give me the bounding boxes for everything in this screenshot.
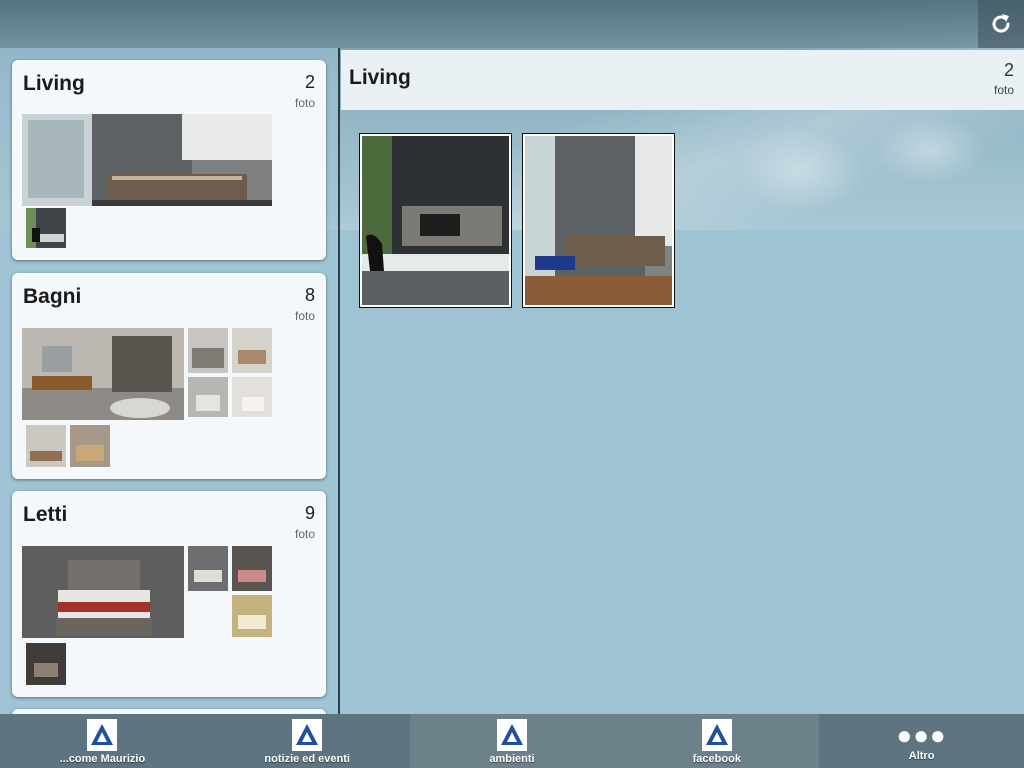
- app-logo-icon: [87, 719, 118, 751]
- album-thumbnail-small: [232, 328, 272, 373]
- album-thumbnail-small: [70, 425, 110, 467]
- tab-facebook[interactable]: facebook: [614, 714, 820, 768]
- album-list[interactable]: Living 2 foto Bagni 8 foto Letti 9 foto: [0, 48, 340, 714]
- album-detail-count-label: foto: [993, 83, 1014, 97]
- tab-label: facebook: [692, 753, 741, 765]
- album-thumbnail-small: [26, 425, 66, 467]
- top-bar: [0, 0, 1024, 48]
- tab-label: Altro: [908, 750, 935, 762]
- more-dots-icon: ●●●: [896, 720, 947, 750]
- living-room-photo: [525, 136, 672, 305]
- album-thumbnail-small: [188, 546, 228, 591]
- app-logo-icon: [292, 719, 323, 751]
- album-thumbnail-small: [188, 328, 228, 373]
- album-title: Bagni: [23, 285, 82, 308]
- refresh-icon: [992, 14, 1010, 33]
- album-card-letti[interactable]: Letti 9 foto: [12, 491, 326, 697]
- album-count-label: foto: [294, 309, 315, 323]
- tab-notizie-ed-eventi[interactable]: notizie ed eventi: [205, 714, 410, 768]
- album-detail-header: Living 2 foto: [341, 50, 1024, 110]
- album-title: Letti: [23, 503, 68, 526]
- album-detail-count: 2: [1003, 60, 1014, 80]
- album-thumbnail-small: [26, 643, 66, 685]
- tab-label: ambienti: [489, 753, 535, 765]
- album-title: Living: [23, 72, 85, 95]
- album-count: 8: [304, 285, 315, 305]
- album-thumbnail-small: [26, 208, 66, 248]
- album-count-label: foto: [294, 527, 315, 541]
- album-thumbnail-small: [232, 595, 272, 637]
- album-thumbnail-small: [188, 377, 228, 417]
- album-card-living[interactable]: Living 2 foto: [12, 60, 326, 260]
- album-count: 9: [304, 503, 315, 523]
- app-logo-icon: [496, 719, 527, 751]
- tab-label: ...come Maurizio: [59, 753, 146, 765]
- album-thumbnail-large: [22, 328, 184, 420]
- album-count-label: foto: [294, 96, 315, 110]
- tab-altro[interactable]: ●●● Altro: [819, 714, 1024, 768]
- album-thumbnail-large: [22, 546, 184, 638]
- tab-label: notizie ed eventi: [264, 753, 350, 765]
- tab-ambienti[interactable]: ambienti: [409, 714, 615, 768]
- album-count: 2: [304, 72, 315, 92]
- album-thumbnail-large: [22, 114, 272, 206]
- bottom-tab-bar: ...come Maurizio notizie ed eventi ambie…: [0, 714, 1024, 768]
- photo-thumbnail[interactable]: [522, 133, 675, 308]
- tab-come-maurizio[interactable]: ...come Maurizio: [0, 714, 205, 768]
- photo-thumbnail[interactable]: [359, 133, 512, 308]
- album-card-bagni[interactable]: Bagni 8 foto: [12, 273, 326, 479]
- living-room-photo: [362, 136, 509, 305]
- album-thumbnail-small: [232, 377, 272, 417]
- app-logo-icon: [701, 719, 732, 751]
- refresh-button[interactable]: [978, 0, 1024, 48]
- album-thumbnail-small: [232, 546, 272, 591]
- album-detail-title: Living: [349, 66, 411, 89]
